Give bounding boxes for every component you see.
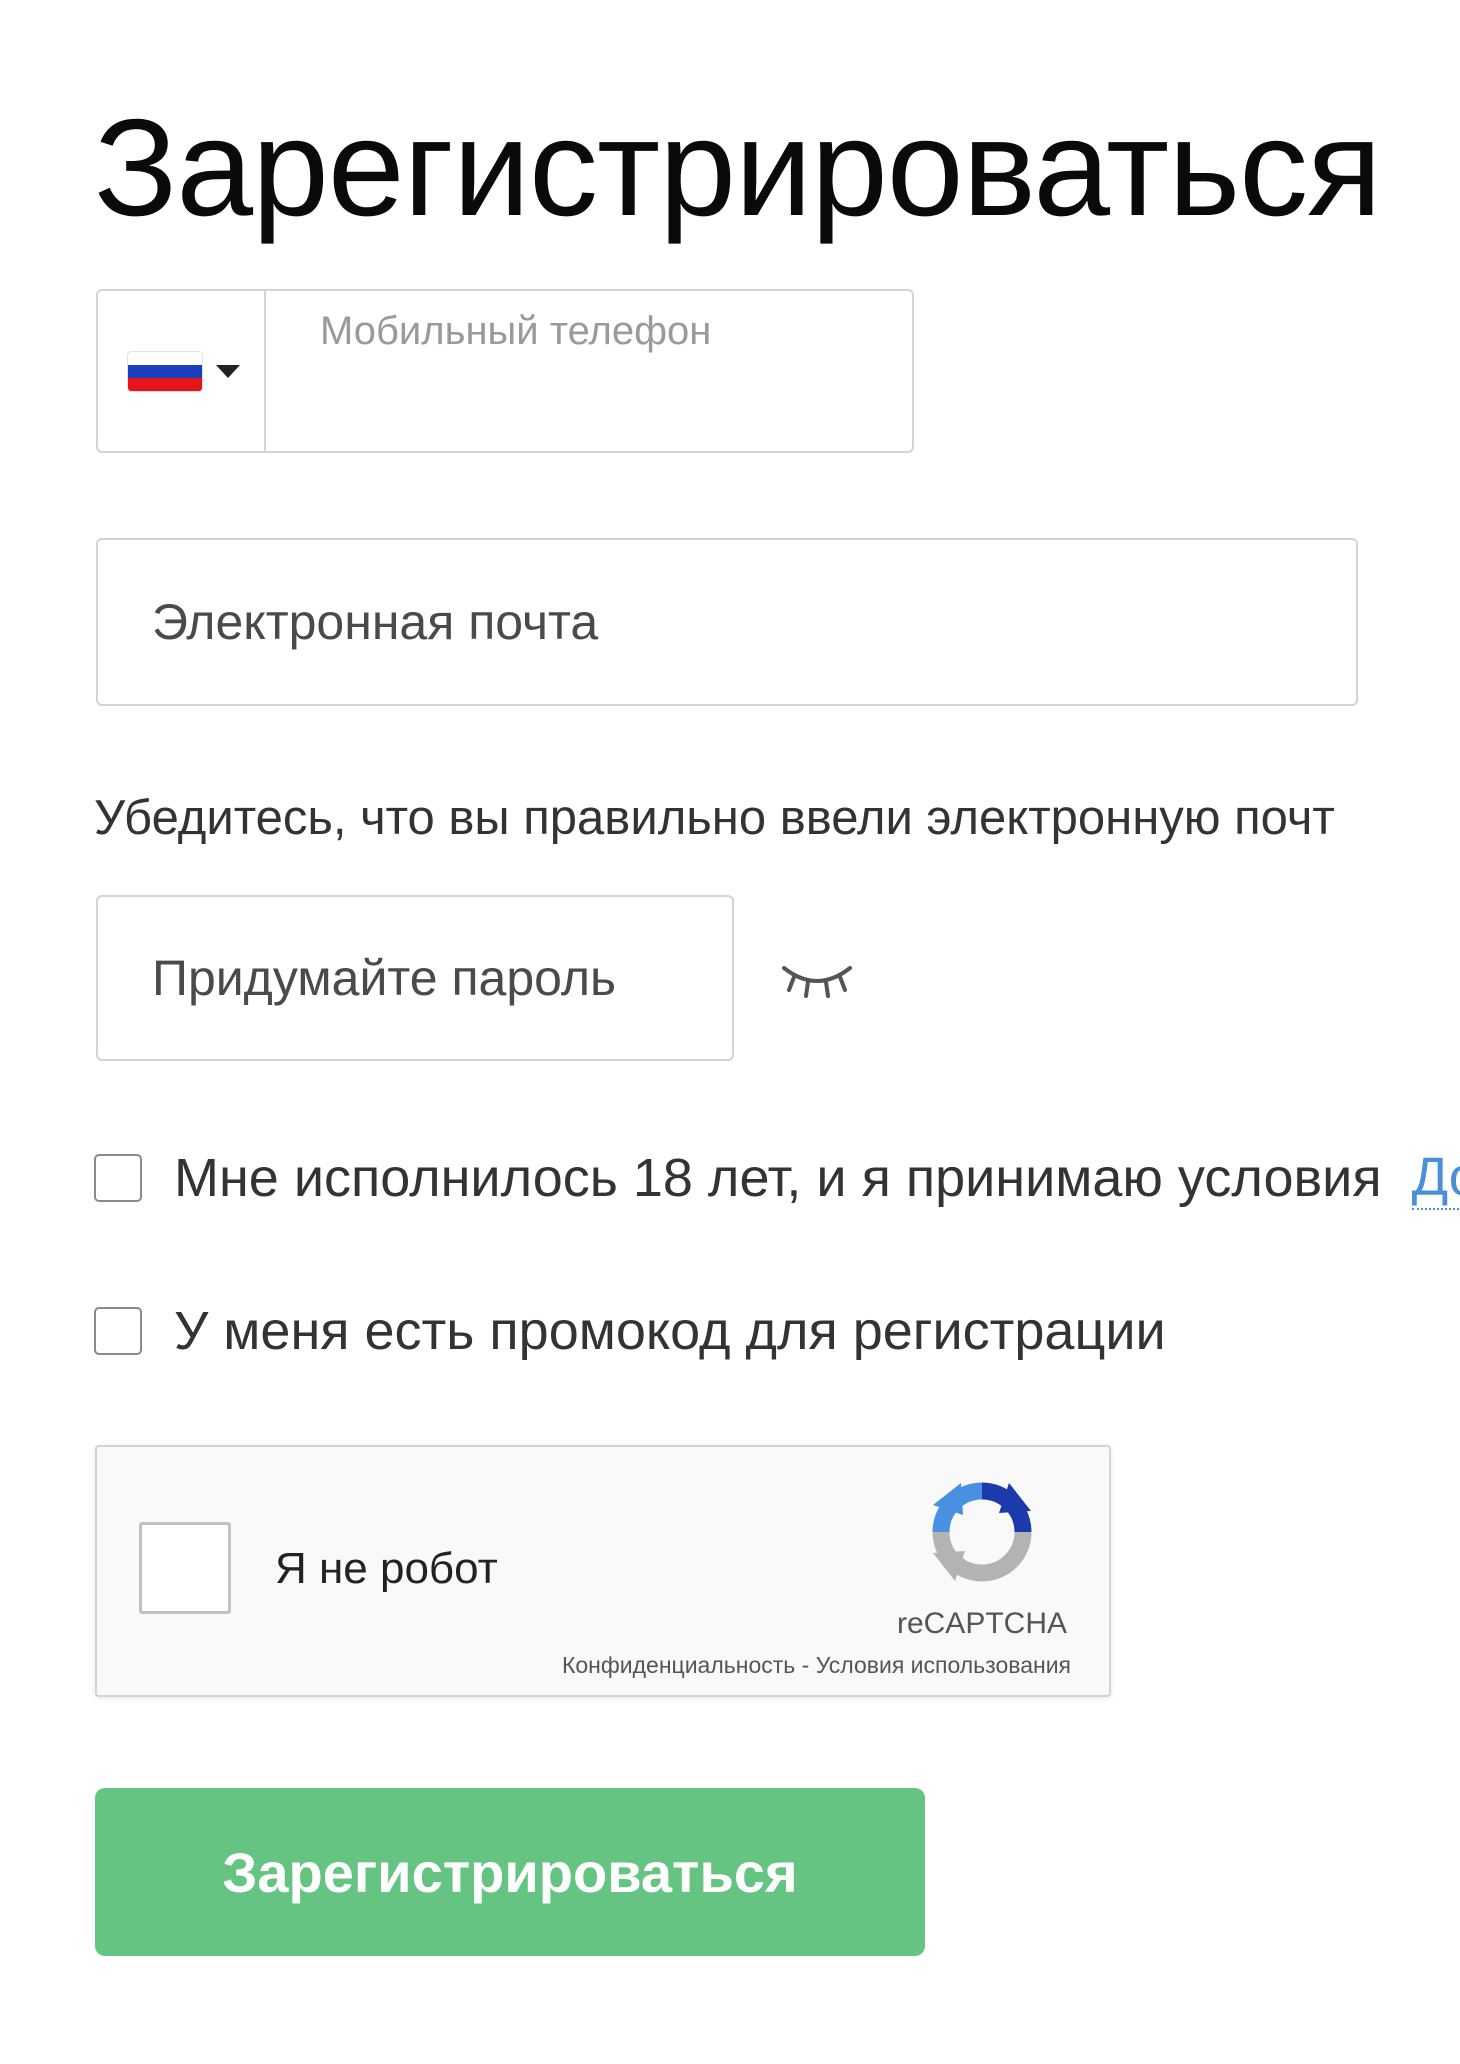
email-input[interactable] xyxy=(96,538,1358,706)
recaptcha-links: Конфиденциальность - Условия использован… xyxy=(562,1652,1071,1679)
recaptcha-logo-icon xyxy=(932,1482,1032,1582)
age-terms-row[interactable]: Мне исполнилось 18 лет, и я принимаю усл… xyxy=(94,1146,1460,1210)
password-input[interactable] xyxy=(96,895,734,1061)
recaptcha-checkbox[interactable] xyxy=(139,1522,231,1614)
terms-of-use-link[interactable]: Условия использования xyxy=(816,1652,1071,1678)
phone-input-wrapper[interactable]: Мобильный телефон xyxy=(264,289,914,453)
country-code-select[interactable] xyxy=(96,289,264,453)
age-terms-checkbox[interactable] xyxy=(94,1154,142,1202)
terms-link[interactable]: До xyxy=(1411,1146,1460,1210)
age-terms-label: Мне исполнилось 18 лет, и я принимаю усл… xyxy=(174,1148,1382,1208)
promo-code-label: У меня есть промокод для регистрации xyxy=(174,1301,1166,1361)
caret-down-icon xyxy=(216,364,240,378)
phone-field-group: Мобильный телефон xyxy=(96,289,914,453)
recaptcha-brand: reCAPTCHA xyxy=(896,1607,1067,1640)
eye-closed-icon[interactable] xyxy=(778,950,856,1002)
promo-code-row[interactable]: У меня есть промокод для регистрации xyxy=(94,1300,1166,1362)
promo-code-checkbox[interactable] xyxy=(94,1307,142,1355)
phone-field-label: Мобильный телефон xyxy=(320,309,712,353)
register-button[interactable]: Зарегистрироваться xyxy=(95,1788,925,1956)
recaptcha-widget: Я не робот reCAPTCHA Конфиденциальность … xyxy=(95,1445,1111,1697)
link-separator: - xyxy=(795,1652,816,1678)
russia-flag-icon xyxy=(128,351,202,391)
registration-page: Зарегистрироваться Мобильный телефон Убе… xyxy=(0,0,1460,2064)
email-hint-text: Убедитесь, что вы правильно ввели электр… xyxy=(94,791,1335,845)
page-title: Зарегистрироваться xyxy=(94,91,1382,245)
privacy-link[interactable]: Конфиденциальность xyxy=(562,1652,795,1678)
phone-input[interactable] xyxy=(318,363,892,425)
recaptcha-label: Я не робот xyxy=(275,1544,498,1593)
